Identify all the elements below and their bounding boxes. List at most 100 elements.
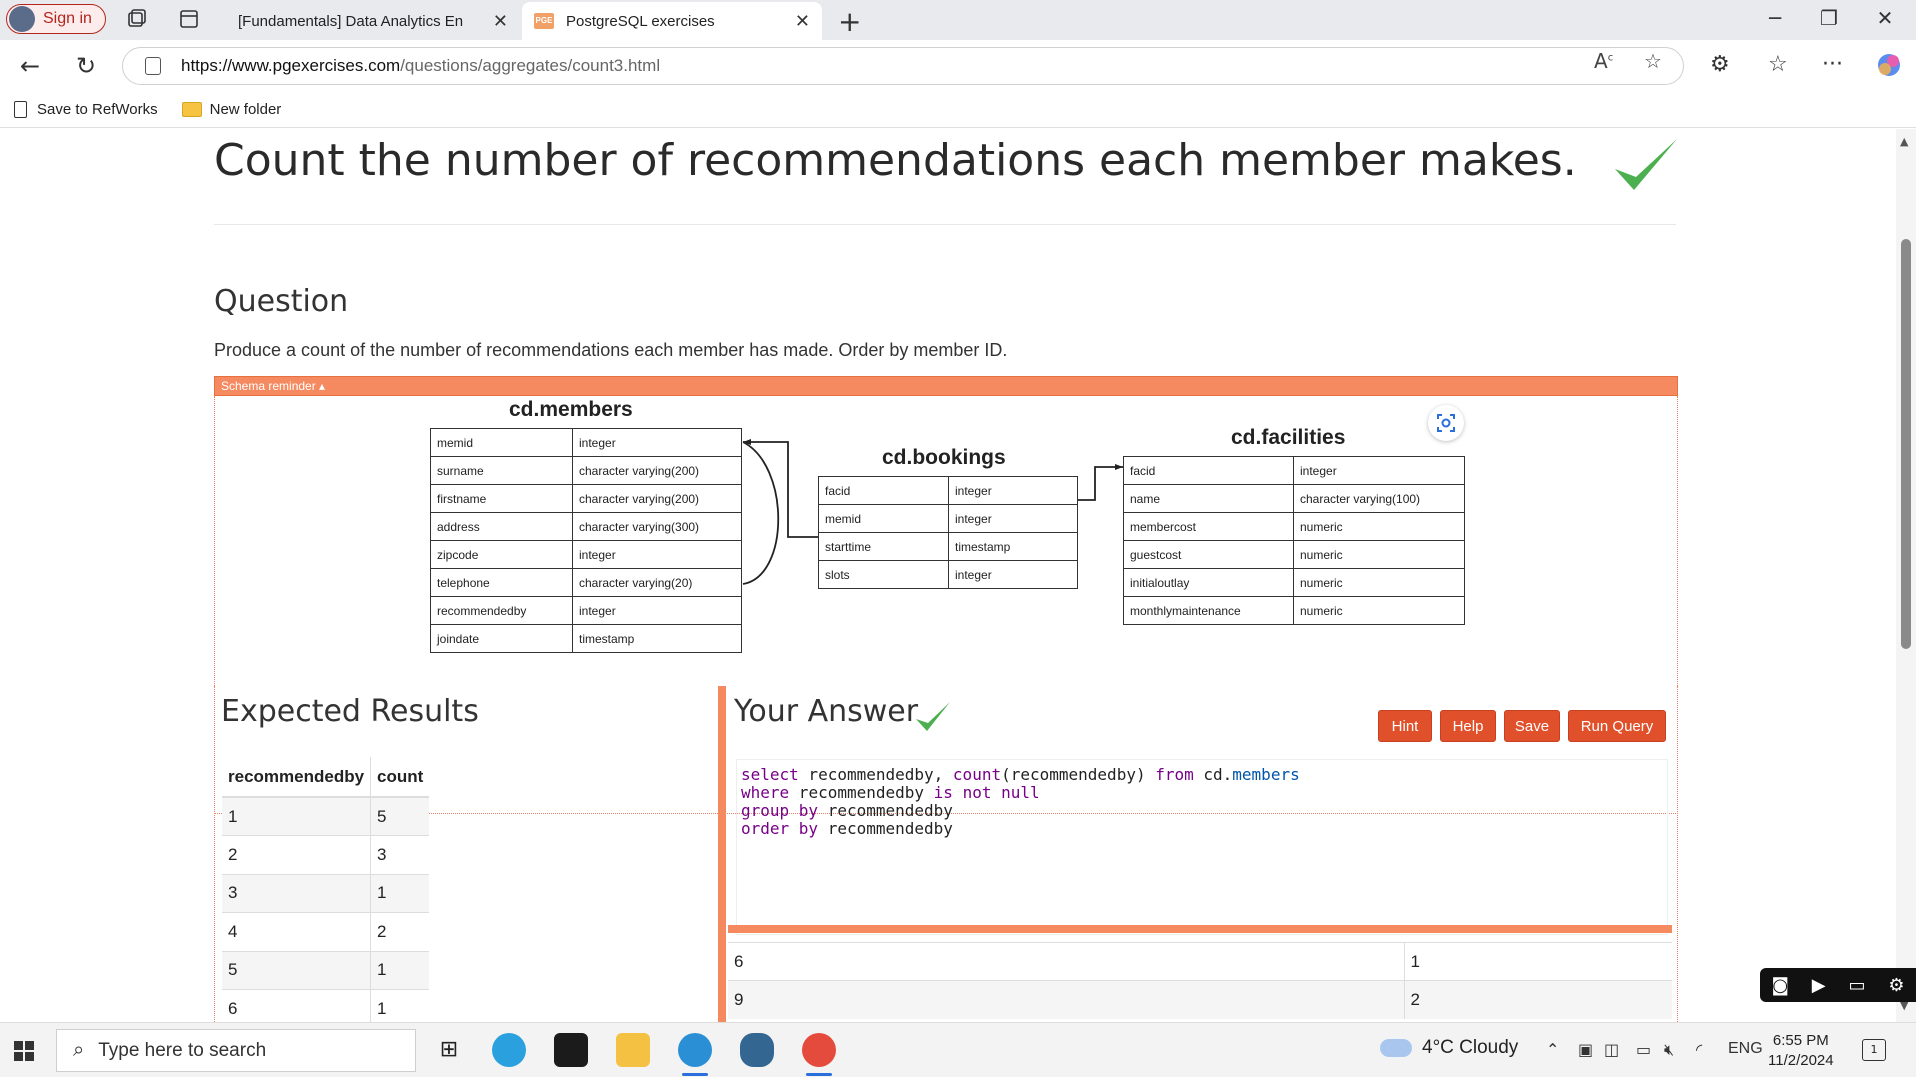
scroll-up-icon[interactable]: ▲: [1900, 135, 1908, 148]
address-bar[interactable]: https://www.pgexercises.com/questions/ag…: [122, 47, 1684, 85]
visual-search-icon[interactable]: [1428, 405, 1464, 441]
code-line: where recommendedby is not null: [741, 783, 1040, 802]
bookmark-label: New folder: [209, 101, 282, 118]
pycharm-icon[interactable]: [554, 1033, 588, 1067]
capture-toolbar: ◙ ▶ ▭ ⚙: [1760, 968, 1916, 1002]
collections-icon[interactable]: [126, 8, 148, 30]
bookmark-save-to-refworks[interactable]: Save to RefWorks: [14, 101, 158, 118]
panel-resize-handle[interactable]: [718, 686, 726, 1022]
app-icon[interactable]: [802, 1033, 836, 1076]
solved-check-icon: [1615, 139, 1677, 190]
read-aloud-icon[interactable]: Aⅽ: [1594, 49, 1613, 73]
avatar: [9, 6, 35, 32]
table-row: 15: [222, 796, 430, 836]
page-scrollbar[interactable]: ▲ ▼: [1896, 129, 1916, 1022]
window-icon[interactable]: ▭: [1849, 975, 1866, 996]
table-row: 92: [728, 980, 1672, 1019]
tab-strip: Sign in [Fundamentals] Data Analytics En…: [0, 0, 1916, 147]
hint-button[interactable]: Hint: [1378, 710, 1432, 742]
tray-chevron-icon[interactable]: ⌃: [1546, 1040, 1559, 1059]
refresh-icon[interactable]: ↻: [72, 52, 100, 80]
url-text: https://www.pgexercises.com/questions/ag…: [181, 56, 661, 75]
windows-start-icon[interactable]: [14, 1041, 34, 1061]
taskbar-search-box[interactable]: ⌕ Type here to search: [56, 1029, 416, 1072]
tab-actions-icon[interactable]: [178, 8, 200, 30]
address-toolbar: ← ↻ https://www.pgexercises.com/question…: [0, 40, 1916, 92]
your-answer-heading: Your Answer: [734, 694, 919, 729]
clock-date: 11/2/2024: [1768, 1052, 1834, 1069]
close-window-icon[interactable]: ✕: [1870, 6, 1900, 30]
telegram-icon[interactable]: [492, 1033, 526, 1067]
profile-button[interactable]: Sign in: [6, 4, 106, 34]
answer-correct-check-icon: [916, 702, 950, 731]
extensions-icon[interactable]: ⚙: [1710, 52, 1730, 77]
editor-resize-handle[interactable]: [728, 925, 1672, 933]
more-menu-icon[interactable]: ···: [1822, 52, 1843, 77]
back-arrow-icon[interactable]: ←: [16, 52, 44, 80]
close-tab-icon[interactable]: ✕: [493, 11, 508, 32]
language-indicator[interactable]: ENG: [1728, 1040, 1763, 1058]
clock-time: 6:55 PM: [1772, 1032, 1829, 1049]
search-icon: ⌕: [73, 1039, 85, 1061]
tab-postgresql-exercises[interactable]: PGE PostgreSQL exercises ✕: [522, 2, 822, 40]
clock[interactable]: 6:55 PM 11/2/2024: [1768, 1031, 1834, 1071]
video-icon[interactable]: ▶: [1812, 975, 1826, 996]
table-row: 61: [728, 942, 1672, 981]
table-row: 31: [222, 873, 430, 913]
code-line: group by recommendedby: [741, 801, 953, 820]
volume-muted-icon[interactable]: 🔇︎: [1664, 1040, 1674, 1060]
close-tab-icon[interactable]: ✕: [795, 11, 810, 32]
help-button[interactable]: Help: [1440, 710, 1496, 742]
notification-icon[interactable]: 1: [1862, 1039, 1886, 1061]
cloud-icon: [1380, 1039, 1412, 1057]
schema-reminder-toggle[interactable]: Schema reminder ▴: [214, 376, 1678, 396]
favorite-star-icon[interactable]: ☆: [1644, 49, 1662, 73]
table-row: 51: [222, 950, 430, 990]
bookmark-label: Save to RefWorks: [37, 101, 158, 118]
table-header-row: recommendedby count: [222, 757, 430, 798]
table-row: 61: [222, 989, 430, 1022]
expected-results-heading: Expected Results: [221, 694, 479, 729]
task-view-icon[interactable]: ⊞: [432, 1033, 466, 1067]
title-divider: [214, 224, 1676, 225]
search-placeholder: Type here to search: [98, 1039, 267, 1061]
bookmarks-bar: Save to RefWorks New folder: [0, 92, 1916, 128]
settings-gear-icon[interactable]: ⚙: [1888, 975, 1904, 996]
copilot-icon[interactable]: [1876, 52, 1902, 84]
run-query-button[interactable]: Run Query: [1568, 710, 1666, 742]
edge-icon[interactable]: [678, 1033, 712, 1076]
lock-icon: [145, 57, 161, 75]
tab-title: PostgreSQL exercises: [566, 12, 715, 30]
scroll-thumb[interactable]: [1901, 239, 1911, 649]
weather-widget[interactable]: 4°C Cloudy: [1380, 1037, 1518, 1059]
profile-label: Sign in: [43, 10, 92, 27]
bookmark-new-folder[interactable]: New folder: [181, 101, 282, 118]
save-button[interactable]: Save: [1504, 710, 1560, 742]
code-line: order by recommendedby: [741, 819, 953, 838]
restore-icon[interactable]: ❐: [1814, 6, 1844, 30]
column-header: count: [370, 757, 430, 798]
favorites-icon[interactable]: ☆: [1768, 52, 1788, 77]
taskbar: ⌕ Type here to search ⊞ 4°C Cloudy ⌃ ▣ ◫…: [0, 1022, 1916, 1077]
question-text: Produce a count of the number of recomme…: [214, 340, 1008, 360]
question-heading: Question: [214, 284, 349, 319]
sql-editor[interactable]: select recommendedby, count(recommendedb…: [736, 759, 1668, 935]
query-output-table: 61 92: [728, 942, 1672, 1019]
new-tab-icon[interactable]: +: [838, 5, 861, 38]
file-explorer-icon[interactable]: [616, 1033, 650, 1067]
code-line: select recommendedby, count(recommendedb…: [741, 765, 1300, 784]
postgresql-icon[interactable]: [740, 1033, 774, 1067]
tab-data-analytics[interactable]: [Fundamentals] Data Analytics En ✕: [226, 2, 520, 147]
expected-results-table: recommendedby count 15 23 31 42 51 61: [222, 757, 430, 1022]
page-title: Count the number of recommendations each…: [214, 135, 1577, 186]
pge-favicon-icon: PGE: [534, 13, 554, 29]
wifi-card-icon[interactable]: ◫: [1604, 1040, 1619, 1059]
table-row: 23: [222, 835, 430, 874]
battery-icon[interactable]: ▭: [1636, 1040, 1651, 1059]
page-content: Count the number of recommendations each…: [0, 129, 1896, 1022]
network-icon[interactable]: ◜: [1696, 1040, 1702, 1059]
minimize-icon[interactable]: ─: [1760, 6, 1790, 30]
weather-text: 4°C Cloudy: [1422, 1037, 1519, 1058]
camera-icon[interactable]: ◙: [1771, 975, 1788, 996]
meet-icon[interactable]: ▣: [1578, 1040, 1593, 1059]
